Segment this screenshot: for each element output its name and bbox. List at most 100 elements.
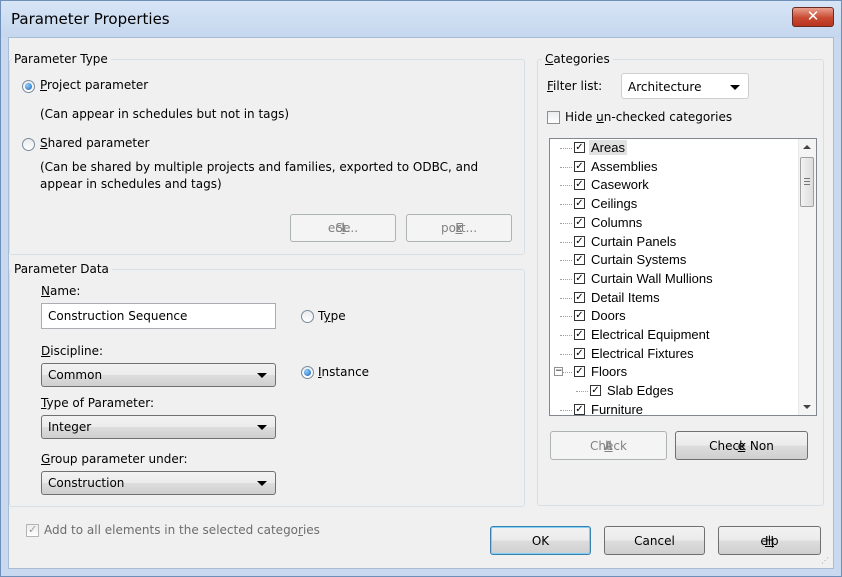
tree-connector [560, 353, 572, 355]
parameter-type-group-label: Parameter Type [11, 52, 111, 66]
check-all-button[interactable]: Check All [550, 431, 667, 460]
category-item[interactable]: ✓ Doors [550, 308, 790, 326]
category-label: Electrical Fixtures [591, 345, 694, 361]
category-label: Furniture [591, 401, 644, 416]
category-item[interactable]: ✓ Furniture [550, 401, 790, 416]
hide-unchecked-checkbox[interactable] [547, 111, 560, 124]
tree-connector [576, 391, 588, 393]
type-radio[interactable] [301, 310, 314, 323]
scroll-down-arrow-icon[interactable] [803, 405, 811, 409]
category-label: Casework [591, 177, 649, 193]
check-none-button[interactable]: Check Non e [675, 431, 808, 460]
name-field-value: Construction Sequence [48, 309, 188, 323]
shared-parameter-radio[interactable] [22, 138, 35, 151]
type-of-parameter-label: Type of Parameter: [41, 396, 155, 410]
category-checkbox[interactable]: ✓ [574, 160, 585, 172]
dialog-client: Parameter Type Project parameter (Can ap… [8, 37, 834, 569]
instance-radio-label[interactable]: Instance [318, 365, 369, 379]
category-label: Ceilings [591, 196, 638, 212]
project-parameter-label[interactable]: Project parameter [40, 78, 148, 92]
filter-list-value: Architecture [628, 80, 702, 94]
category-item[interactable]: ✓ Ceilings [550, 196, 790, 214]
group-under-value: Construction [48, 476, 125, 490]
category-checkbox[interactable]: ✓ [574, 291, 585, 303]
type-of-parameter-dropdown[interactable]: Integer [41, 415, 276, 439]
category-checkbox[interactable]: ✓ [574, 329, 585, 340]
shared-parameter-label[interactable]: Shared parameter [40, 136, 149, 150]
category-item[interactable]: ✓ Assemblies [550, 159, 790, 177]
category-label: Curtain Panels [591, 233, 677, 249]
category-label: Curtain Wall Mullions [591, 270, 713, 286]
category-label: Assemblies [591, 158, 658, 174]
category-item[interactable]: ✓ Curtain Systems [550, 252, 790, 270]
category-checkbox[interactable]: ✓ [574, 198, 585, 210]
category-label: Slab Edges [607, 383, 674, 399]
category-checkbox[interactable]: ✓ [574, 366, 585, 378]
category-item[interactable]: ✓ Curtain Panels [550, 234, 790, 252]
category-item[interactable]: ✓ Areas [550, 140, 790, 158]
hide-unchecked-label[interactable]: Hide un-checked categories [565, 110, 732, 124]
add-to-all-label[interactable]: Add to all elements in the selected cate… [44, 523, 320, 537]
chevron-down-icon [257, 425, 267, 430]
category-item[interactable]: ✓ Columns [550, 215, 790, 233]
group-under-label: Group parameter under: [41, 452, 188, 466]
tree-connector [560, 278, 572, 280]
discipline-label: Discipline: [41, 344, 104, 358]
tree-connector [560, 335, 572, 336]
title-bar[interactable]: Parameter Properties ✕ [1, 1, 841, 37]
category-checkbox[interactable]: ✓ [590, 385, 601, 397]
discipline-value: Common [48, 368, 103, 382]
shared-parameter-description-line2: appear in schedules and tags) [40, 177, 222, 191]
category-checkbox[interactable]: ✓ [574, 235, 585, 247]
category-item[interactable]: ✓ Casework [550, 177, 790, 195]
category-checkbox[interactable]: ✓ [574, 179, 585, 191]
type-radio-label[interactable]: Type [318, 309, 346, 323]
category-label: Columns [591, 214, 643, 230]
tree-connector [560, 222, 572, 224]
categories-scrollbar[interactable] [798, 139, 816, 415]
project-parameter-radio[interactable] [22, 80, 35, 93]
category-item[interactable]: ✓ Electrical Fixtures [550, 346, 790, 364]
category-checkbox[interactable]: ✓ [574, 272, 585, 284]
project-parameter-description: (Can appear in schedules but not in tags… [40, 107, 290, 121]
category-checkbox[interactable]: ✓ [574, 403, 585, 415]
discipline-dropdown[interactable]: Common [41, 363, 276, 387]
scroll-up-arrow-icon[interactable] [803, 145, 811, 149]
category-checkbox[interactable]: ✓ [574, 216, 585, 228]
filter-list-dropdown[interactable]: Architecture [621, 73, 749, 99]
export-button[interactable]: Ex port... [406, 214, 512, 242]
tree-connector [560, 166, 572, 168]
category-checkbox[interactable]: ✓ [574, 254, 585, 266]
ok-button[interactable]: OK [490, 526, 591, 555]
add-to-all-checkbox[interactable]: ✓ [26, 523, 39, 537]
collapse-icon[interactable]: − [554, 367, 563, 377]
tree-connector [560, 241, 572, 243]
tree-connector [560, 204, 572, 206]
categories-group-label: Categories [542, 52, 613, 66]
checkmark-icon: ✓ [28, 523, 38, 536]
instance-radio[interactable] [301, 366, 314, 379]
category-checkbox[interactable]: ✓ [574, 310, 585, 322]
tree-connector [560, 409, 572, 411]
category-item[interactable]: ✓ Electrical Equipment [550, 327, 790, 345]
category-item[interactable]: ✓ Slab Edges [550, 383, 790, 401]
chevron-down-icon [257, 481, 267, 486]
category-label: Electrical Equipment [591, 327, 710, 342]
group-under-dropdown[interactable]: Construction [41, 471, 276, 495]
category-item[interactable]: ✓ Curtain Wall Mullions [550, 271, 790, 289]
tree-connector [560, 185, 572, 187]
select-button[interactable]: Se l ect... [290, 214, 396, 242]
scrollbar-thumb[interactable] [800, 157, 814, 207]
help-button[interactable]: Help [718, 526, 821, 555]
dialog-window: Parameter Properties ✕ Parameter Type Pr… [0, 0, 842, 577]
category-item[interactable]: ✓ Detail Items [550, 290, 790, 308]
category-item[interactable]: − ✓ Floors [550, 364, 790, 382]
category-checkbox[interactable]: ✓ [574, 142, 585, 153]
close-button[interactable]: ✕ [792, 7, 834, 27]
categories-tree[interactable]: ✓ Areas ✓ Assemblies ✓ Casework ✓ Ceilings ✓ Colu… [549, 138, 817, 416]
name-field[interactable]: Construction Sequence [41, 303, 276, 329]
resize-grip-icon[interactable]: ⋰ [821, 556, 829, 565]
category-checkbox[interactable]: ✓ [574, 347, 585, 359]
close-icon: ✕ [806, 7, 820, 25]
cancel-button[interactable]: Cancel [604, 526, 705, 555]
